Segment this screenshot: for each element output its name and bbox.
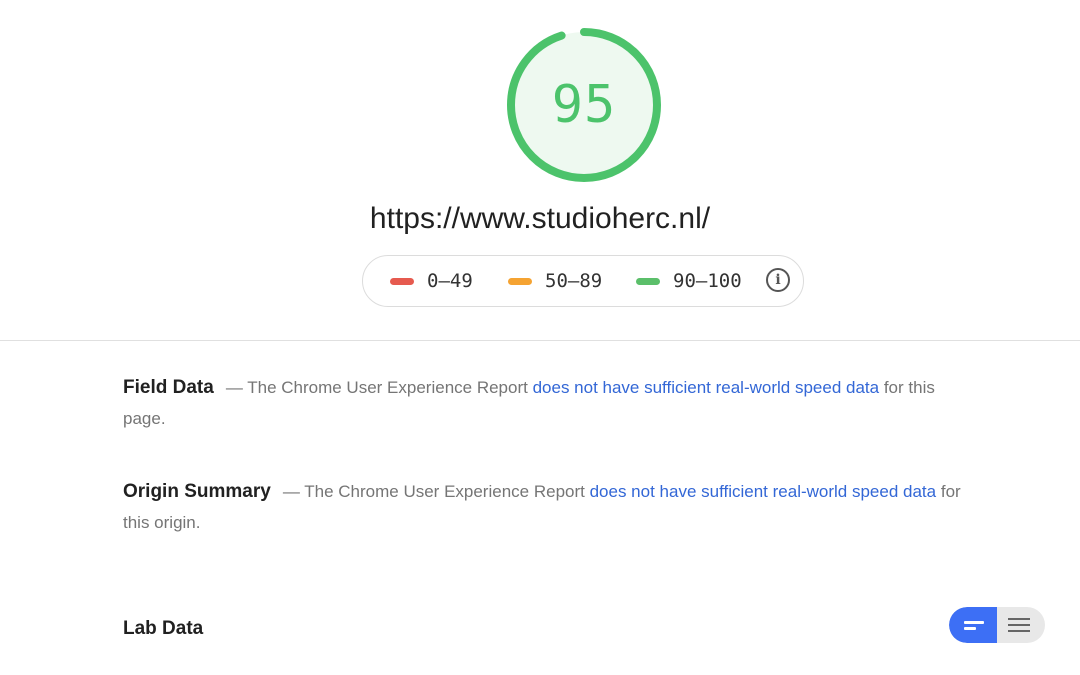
expanded-view-icon-line-2: [1008, 624, 1030, 626]
compact-view-icon-line-1: [964, 620, 984, 624]
view-toggle[interactable]: [949, 607, 1045, 643]
lab-data-heading: Lab Data: [123, 618, 204, 639]
origin-summary-heading: Origin Summary: [123, 481, 271, 502]
info-icon[interactable]: i: [766, 268, 790, 292]
origin-summary-link[interactable]: does not have sufficient real-world spee…: [590, 482, 937, 501]
legend-bar-orange: [508, 277, 532, 285]
expanded-view-button[interactable]: [997, 607, 1045, 643]
legend-label: 90–100: [673, 270, 742, 292]
field-data-link[interactable]: does not have sufficient real-world spee…: [533, 378, 880, 397]
score-legend: 0–49 50–89 90–100 i: [362, 255, 804, 307]
performance-score-gauge: 95: [505, 26, 663, 184]
legend-item-pass: 90–100: [636, 256, 742, 306]
field-data-heading: Field Data: [123, 377, 214, 398]
field-data-prefix: — The Chrome User Experience Report: [225, 378, 533, 397]
section-divider: [0, 340, 1080, 341]
origin-summary-prefix: — The Chrome User Experience Report: [282, 482, 590, 501]
legend-label: 50–89: [545, 270, 603, 292]
field-data-section: Field Data — The Chrome User Experience R…: [123, 372, 963, 434]
legend-bar-red: [390, 277, 414, 285]
performance-score: 95: [551, 75, 617, 135]
compact-view-icon-line-2: [964, 626, 976, 630]
compact-view-button[interactable]: [949, 607, 997, 643]
legend-label: 0–49: [427, 270, 473, 292]
expanded-view-icon-line-3: [1008, 630, 1030, 632]
expanded-view-icon-line-1: [1008, 618, 1030, 620]
tested-url: https://www.studioherc.nl/: [369, 202, 711, 235]
legend-bar-green: [636, 277, 660, 285]
origin-summary-section: Origin Summary — The Chrome User Experien…: [123, 476, 963, 538]
legend-item-average: 50–89: [508, 256, 602, 306]
legend-item-fail: 0–49: [390, 256, 473, 306]
